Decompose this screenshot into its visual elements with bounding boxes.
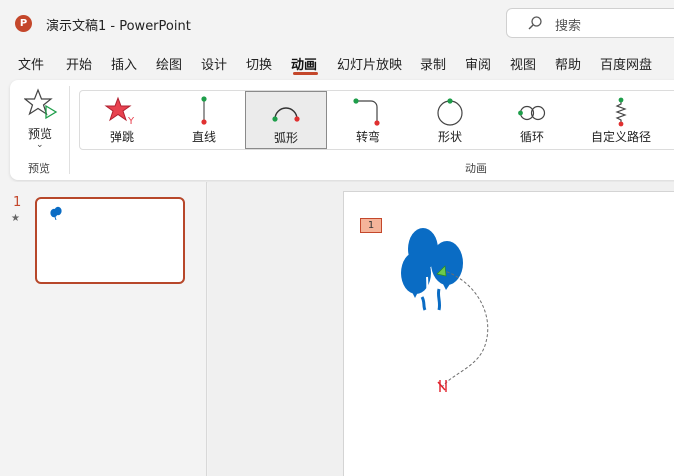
shape-path-icon — [437, 98, 463, 126]
menu-slideshow[interactable]: 幻灯片放映 — [337, 54, 402, 73]
menu-draw[interactable]: 绘图 — [156, 54, 182, 73]
animation-turn[interactable]: 转弯 — [327, 91, 409, 149]
slide-canvas: 1 — [208, 182, 674, 476]
slide-number: 1 — [13, 195, 22, 210]
custom-path-icon — [615, 97, 627, 127]
search-placeholder: 搜索 — [555, 19, 582, 34]
animation-shape[interactable]: 形状 — [409, 91, 491, 149]
animation-label: 弹跳 — [109, 130, 134, 144]
chevron-down-icon: ⌄ — [36, 140, 44, 150]
menu-file[interactable]: 文件 — [18, 54, 44, 73]
menu-view[interactable]: 视图 — [510, 54, 536, 73]
animation-label: 循环 — [519, 130, 544, 144]
animation-bounce[interactable]: Y 弹跳 — [81, 91, 163, 149]
animation-arc[interactable]: 弧形 — [245, 91, 327, 149]
turn-path-icon — [353, 98, 380, 126]
animation-custom-path[interactable]: 自定义路径 — [573, 91, 669, 149]
bounce-icon: Y — [104, 96, 135, 126]
active-tab-indicator — [293, 72, 318, 75]
title-bar: P 演示文稿1 - PowerPoint 搜索 — [0, 0, 674, 46]
balloon-thumbnail-icon — [50, 206, 62, 220]
menu-bar: 文件 开始 插入 绘图 设计 切换 动画 幻灯片放映 录制 审阅 视图 帮助 百… — [0, 46, 674, 78]
animation-star-icon: ★ — [11, 213, 20, 224]
animation-gallery: Y 弹跳 直线 弧形 转弯 形状 循环 自定义路径 — [79, 90, 674, 150]
preview-button[interactable]: 预览 ⌄ — [20, 85, 62, 150]
search-input[interactable]: 搜索 — [506, 8, 674, 38]
menu-help[interactable]: 帮助 — [555, 54, 581, 73]
preview-star-icon — [24, 88, 58, 120]
arc-motion-path[interactable] — [344, 192, 674, 476]
ribbon: 预览 ⌄ 预览 Y 弹跳 直线 弧形 转弯 形状 循环 自定义路径 动画 — [10, 80, 674, 180]
animation-line[interactable]: 直线 — [163, 91, 245, 149]
arc-path-icon — [272, 107, 300, 122]
powerpoint-logo-icon: P — [15, 15, 32, 32]
line-path-icon — [201, 96, 207, 125]
animation-label: 形状 — [437, 130, 462, 144]
svg-text:Y: Y — [127, 116, 135, 126]
menu-record[interactable]: 录制 — [420, 54, 446, 73]
menu-baidu-netdisk[interactable]: 百度网盘 — [600, 54, 652, 73]
animation-label: 直线 — [191, 130, 216, 144]
path-end-marker — [437, 380, 447, 392]
slide[interactable]: 1 — [343, 191, 674, 476]
menu-home[interactable]: 开始 — [66, 54, 92, 73]
menu-review[interactable]: 审阅 — [465, 54, 491, 73]
slide-thumbnails-pane: 1 ★ — [0, 182, 207, 476]
path-start-marker — [436, 265, 447, 277]
document-title: 演示文稿1 - PowerPoint — [46, 19, 191, 34]
menu-design[interactable]: 设计 — [201, 54, 227, 73]
animation-label: 弧形 — [273, 131, 298, 145]
search-icon — [528, 16, 542, 30]
menu-animations[interactable]: 动画 — [291, 54, 317, 73]
animation-label: 自定义路径 — [590, 130, 651, 144]
slide-thumbnail[interactable] — [35, 197, 185, 284]
animation-group-label: 动画 — [465, 162, 487, 175]
animation-label: 转弯 — [355, 130, 380, 144]
preview-group-label: 预览 — [28, 162, 50, 175]
menu-insert[interactable]: 插入 — [111, 54, 137, 73]
menu-transitions[interactable]: 切换 — [246, 54, 272, 73]
loop-path-icon — [518, 105, 546, 121]
animation-loop[interactable]: 循环 — [491, 91, 573, 149]
group-divider — [69, 86, 70, 174]
